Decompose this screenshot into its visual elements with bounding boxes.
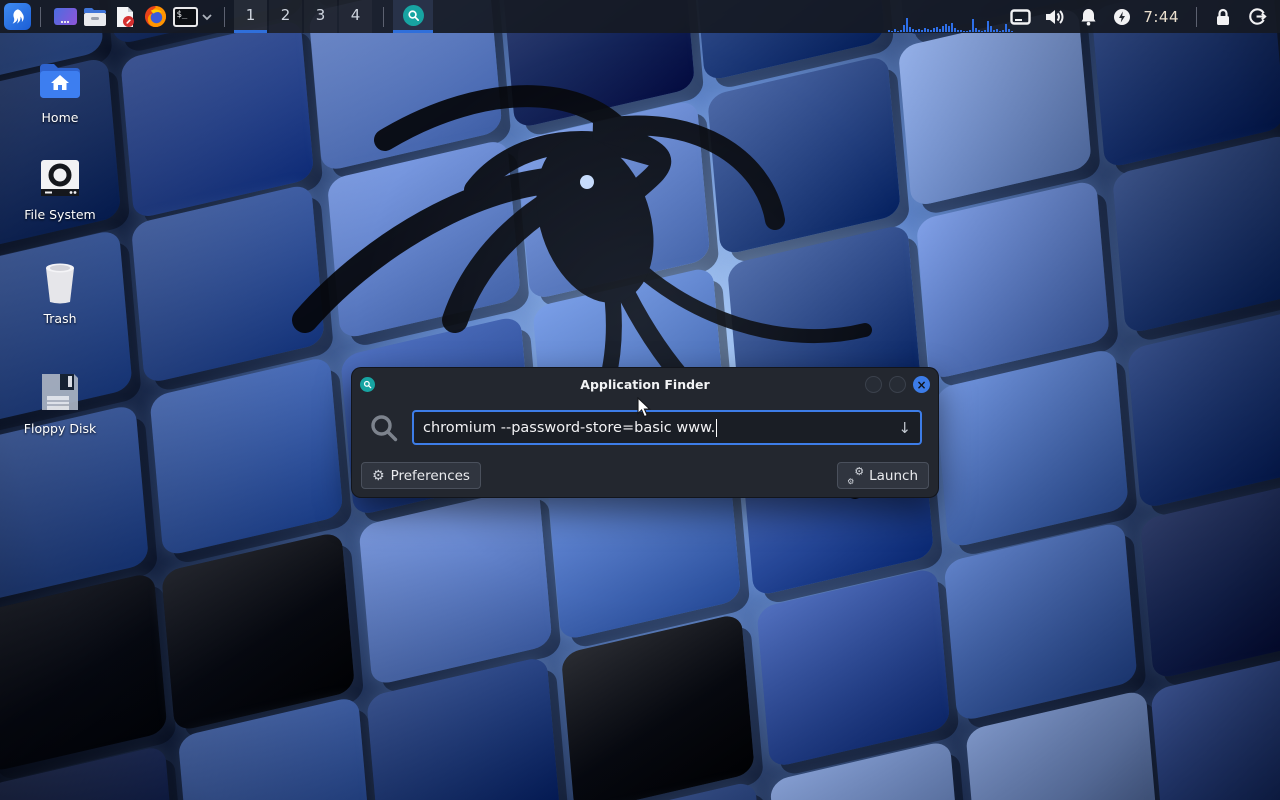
tray-display[interactable]	[1003, 0, 1037, 33]
launcher-desktop-app[interactable]	[50, 0, 80, 33]
desktop-icon-home[interactable]: Home	[16, 57, 104, 125]
launcher-terminal[interactable]: $_	[170, 0, 200, 33]
text-editor-icon	[115, 6, 135, 28]
taskbar-app-finder[interactable]	[393, 0, 433, 33]
firefox-icon	[144, 5, 167, 28]
terminal-icon: $_	[173, 7, 198, 27]
mouse-cursor	[637, 397, 651, 418]
workspace-1[interactable]: 1	[234, 0, 267, 33]
launch-gears-icon: ⚙⚙	[848, 468, 863, 483]
chevron-down-icon[interactable]	[201, 13, 213, 21]
desktop-icon-trash[interactable]: Trash	[16, 258, 104, 326]
harddrive-icon	[39, 158, 81, 198]
lock-icon	[1215, 8, 1231, 26]
workspace-2[interactable]: 2	[269, 0, 302, 33]
panel-separator	[224, 7, 225, 27]
panel-separator	[1196, 7, 1197, 27]
panel-separator	[40, 7, 41, 27]
panel-separator	[383, 7, 384, 27]
logout-icon	[1248, 7, 1267, 26]
floppy-icon	[38, 370, 82, 414]
text-caret	[716, 419, 717, 437]
dropdown-arrow-icon[interactable]: ↓	[898, 419, 911, 437]
gear-icon: ⚙	[372, 469, 385, 483]
search-input[interactable]: chromium --password-store=basic www. ↓	[412, 410, 922, 445]
tray-logout[interactable]	[1240, 0, 1274, 33]
power-manager-icon	[1113, 8, 1131, 26]
tray-power-manager[interactable]	[1105, 0, 1139, 33]
launch-label: Launch	[869, 468, 918, 484]
application-finder-window: Application Finder × chromium --password…	[352, 368, 938, 497]
cpu-graph[interactable]	[885, 0, 1003, 33]
desktop-icon-label: Trash	[16, 311, 104, 326]
search-query-text: chromium --password-store=basic www.	[423, 420, 715, 436]
launcher-firefox[interactable]	[140, 0, 170, 33]
launcher-file-manager[interactable]	[80, 0, 110, 33]
desktop: $_ 1 2 3 4	[0, 0, 1280, 800]
maximize-button[interactable]	[889, 376, 906, 393]
tray-notifications[interactable]	[1071, 0, 1105, 33]
trash-icon	[40, 260, 80, 304]
window-title: Application Finder	[352, 377, 938, 392]
desktop-icon-label: Floppy Disk	[16, 421, 104, 436]
home-folder-icon	[37, 61, 83, 101]
applications-menu-button[interactable]	[4, 3, 31, 30]
app-finder-icon	[403, 5, 424, 26]
workspace-3[interactable]: 3	[304, 0, 337, 33]
desktop-icon-label: Home	[16, 110, 104, 125]
volume-icon	[1044, 8, 1064, 26]
tray-lock[interactable]	[1206, 0, 1240, 33]
file-manager-icon	[83, 7, 107, 27]
close-button[interactable]: ×	[913, 376, 930, 393]
top-panel: $_ 1 2 3 4	[0, 0, 1280, 33]
notifications-bell-icon	[1080, 8, 1097, 26]
tray-volume[interactable]	[1037, 0, 1071, 33]
desktop-icon-label: File System	[16, 207, 104, 222]
desktop-icon-file-system[interactable]: File System	[16, 154, 104, 222]
minimize-button[interactable]	[865, 376, 882, 393]
panel-right: 7:44	[885, 0, 1280, 33]
preferences-button[interactable]: ⚙ Preferences	[361, 462, 481, 489]
clock[interactable]: 7:44	[1143, 8, 1179, 26]
kali-dragon-icon	[9, 8, 26, 25]
launch-button[interactable]: ⚙⚙ Launch	[837, 462, 929, 489]
search-icon	[369, 413, 399, 443]
launcher-text-editor[interactable]	[110, 0, 140, 33]
preferences-label: Preferences	[391, 468, 470, 484]
desktop-app-icon	[54, 8, 77, 25]
desktop-icon-floppy-disk[interactable]: Floppy Disk	[16, 368, 104, 436]
workspace-4[interactable]: 4	[339, 0, 372, 33]
display-icon	[1010, 9, 1031, 25]
